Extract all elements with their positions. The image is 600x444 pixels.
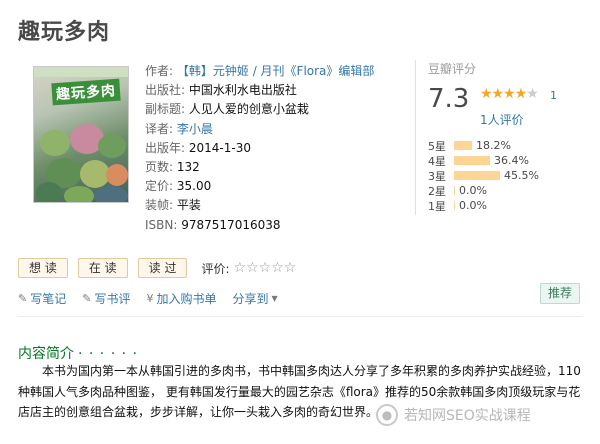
- binding-row: 装帧: 平装: [145, 196, 374, 215]
- translator-label: 译者:: [145, 121, 174, 136]
- chevron-down-icon: ▼: [271, 294, 278, 303]
- author-row: 作者: 【韩】元钟姬 / 月刊《Flora》编辑部: [145, 62, 374, 81]
- cover-title: 趣玩多肉: [51, 78, 121, 106]
- isbn-row: ISBN: 9787517016038: [145, 216, 374, 235]
- watermark-text: 若知网SEO实战课程: [404, 408, 531, 424]
- rating-dist-bar: [454, 201, 455, 210]
- translator-link[interactable]: 李小晨: [177, 122, 213, 136]
- publisher-row: 出版社: 中国水利水电出版社: [145, 81, 374, 100]
- rating-dist-percent: 36.4%: [494, 154, 529, 167]
- share-label: 分享到: [232, 292, 269, 306]
- rating-dist-label: 4星: [428, 154, 446, 168]
- author-label: 作者:: [145, 64, 174, 78]
- watermark: ● 若知网SEO实战课程: [376, 404, 531, 426]
- share-dropdown[interactable]: 分享到 ▼: [232, 290, 280, 307]
- price-row: 定价: 35.00: [145, 177, 374, 196]
- binding-value: 平装: [176, 198, 201, 213]
- rating-dist-row: 1星 0.0%: [428, 198, 539, 213]
- action-links: ✎ 写笔记 ✎ 写书评 ¥ 加入购书单 分享到 ▼: [18, 290, 297, 307]
- publisher-label: 出版社:: [145, 83, 186, 98]
- price-label: 定价:: [145, 179, 174, 194]
- intro-title: 内容简介: [18, 346, 74, 362]
- translator-row: 译者: 李小晨: [145, 120, 374, 139]
- write-note-label: 写笔记: [30, 292, 67, 306]
- page-title: 趣玩多肉: [18, 20, 111, 45]
- rating-distribution: 5星 18.2% 4星 36.4% 3星 45.5% 2星 0.0% 1星 0.0%: [428, 138, 539, 213]
- rating-dist-row: 3星 45.5%: [428, 168, 539, 183]
- pubdate-row: 出版年: 2014-1-30: [145, 139, 374, 158]
- publisher-value: 中国水利水电出版社: [188, 83, 297, 98]
- rating-dist-row: 5星 18.2%: [428, 138, 539, 153]
- add-to-cart-label: 加入购书单: [156, 292, 217, 306]
- star-number: 1: [550, 89, 557, 102]
- pages-label: 页数:: [145, 159, 174, 174]
- wechat-logo-icon: ●: [376, 404, 398, 426]
- have-read-button[interactable]: 读 过: [137, 258, 188, 278]
- author-link[interactable]: 【韩】元钟姬 / 月刊《Flora》编辑部: [177, 64, 375, 78]
- pubdate-value: 2014-1-30: [188, 140, 251, 155]
- rating-dist-label: 1星: [428, 199, 446, 213]
- divider: [18, 316, 582, 317]
- rating-dist-bar: [454, 171, 500, 180]
- rating-dist-percent: 18.2%: [476, 139, 511, 152]
- rating-panel: 豆瓣评分 7.3 ★★★★★ 1 1人评价 5星 18.2% 4星 36.4% 3星 45…: [415, 60, 585, 215]
- pages-value: 132: [176, 159, 200, 174]
- rating-dist-percent: 0.0%: [459, 199, 487, 212]
- votes-link[interactable]: 1人评价: [480, 111, 524, 128]
- cover-band: [34, 67, 128, 77]
- pages-row: 页数: 132: [145, 158, 374, 177]
- action-bar: 想 读 在 读 读 过 评价: ☆☆☆☆☆: [18, 258, 296, 278]
- write-review-link[interactable]: ✎ 写书评: [82, 290, 130, 307]
- star-empty-icon: ★: [526, 86, 539, 102]
- price-value: 35.00: [176, 179, 212, 194]
- pencil-icon: ✎: [82, 292, 92, 305]
- evaluate-label: 评价:: [201, 261, 230, 276]
- rating-dist-label: 3星: [428, 169, 446, 183]
- yen-icon: ¥: [146, 292, 154, 305]
- rating-dist-row: 2星 0.0%: [428, 183, 539, 198]
- book-info: 作者: 【韩】元钟姬 / 月刊《Flora》编辑部 出版社: 中国水利水电出版社…: [145, 62, 374, 235]
- write-review-label: 写书评: [94, 292, 131, 306]
- rating-header: 豆瓣评分: [428, 62, 477, 76]
- rating-dist-bar: [454, 186, 455, 195]
- isbn-value: 9787517016038: [181, 217, 281, 232]
- intro-heading: 内容简介 · · · · · ·: [18, 343, 138, 363]
- book-cover-image[interactable]: 趣玩多肉: [33, 66, 129, 203]
- subtitle-row: 副标题: 人见人爱的创意小盆栽: [145, 100, 374, 119]
- rate-stars-input[interactable]: ☆☆☆☆☆: [234, 260, 297, 276]
- pubdate-label: 出版年:: [145, 140, 186, 155]
- rating-dist-label: 5星: [428, 139, 446, 153]
- reading-button[interactable]: 在 读: [77, 258, 128, 278]
- rating-dist-percent: 0.0%: [459, 184, 487, 197]
- subtitle-value: 人见人爱的创意小盆栽: [188, 102, 309, 117]
- rating-score: 7.3: [428, 84, 470, 114]
- binding-label: 装帧:: [145, 198, 174, 213]
- add-to-cart-link[interactable]: ¥ 加入购书单: [146, 290, 216, 307]
- rating-dist-label: 2星: [428, 184, 446, 198]
- intro-dots: · · · · · ·: [78, 346, 138, 362]
- subtitle-label: 副标题:: [145, 102, 186, 117]
- isbn-label: ISBN:: [145, 217, 178, 232]
- recommend-button[interactable]: 推荐: [540, 283, 580, 304]
- star-filled-icons: ★★★★: [480, 86, 527, 102]
- rating-dist-percent: 45.5%: [504, 169, 539, 182]
- pencil-icon: ✎: [18, 292, 28, 305]
- cover-plants: [34, 120, 128, 202]
- rating-dist-bar: [454, 156, 490, 165]
- rating-dist-row: 4星 36.4%: [428, 153, 539, 168]
- rating-dist-bar: [454, 141, 472, 150]
- want-to-read-button[interactable]: 想 读: [18, 258, 68, 278]
- rating-stars: ★★★★★: [480, 86, 539, 102]
- write-note-link[interactable]: ✎ 写笔记: [18, 290, 66, 307]
